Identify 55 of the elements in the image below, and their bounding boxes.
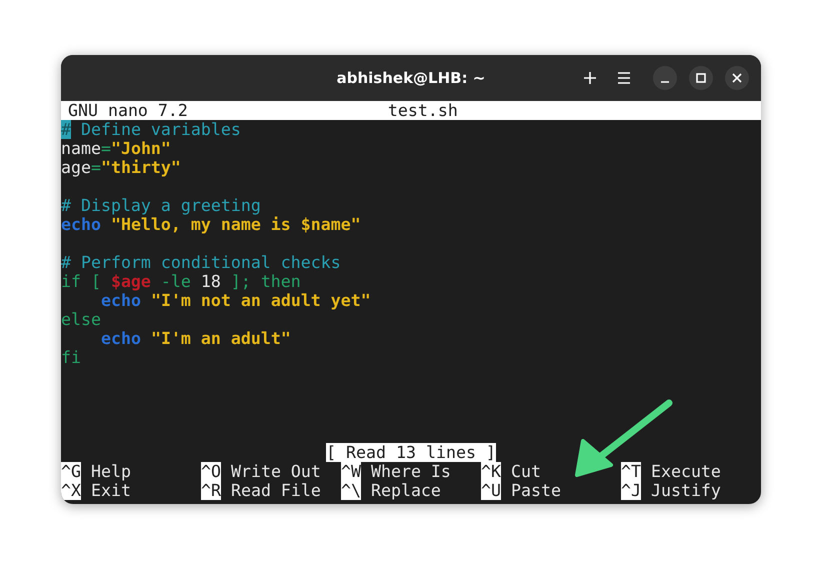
comment-text: # Display a greeting	[61, 196, 261, 215]
keyword-text: ]; then	[230, 272, 301, 291]
shortcut-key: ^G	[61, 462, 81, 481]
shortcut-label: Read File	[230, 481, 321, 500]
menu-icon[interactable]	[617, 72, 631, 84]
maximize-button[interactable]	[689, 66, 713, 90]
keyword-text: else	[61, 310, 101, 329]
shortcut-label: Write Out	[230, 462, 321, 481]
status-message: [ Read 13 lines ]	[326, 443, 496, 462]
plus-icon[interactable]	[583, 71, 597, 85]
maximize-icon	[696, 73, 706, 83]
code-text: age	[61, 158, 91, 177]
shortcut-key: ^X	[61, 481, 81, 500]
variable-text: $age	[110, 272, 151, 291]
code-text: name	[61, 139, 101, 158]
shortcut-label: Paste	[510, 481, 561, 500]
app-version: GNU nano 7.2	[68, 101, 188, 120]
keyword-text: if [	[61, 272, 102, 291]
shortcut-label: Cut	[510, 462, 541, 481]
shortcut-key: ^\	[341, 481, 361, 500]
shortcut-label: Where Is	[370, 462, 451, 481]
keyword-text: fi	[61, 348, 81, 367]
command-text: echo	[61, 215, 101, 234]
shortcut-key: ^J	[621, 481, 641, 500]
comment-text: # Perform conditional checks	[61, 253, 341, 272]
close-icon	[732, 73, 742, 83]
command-text: echo	[101, 291, 141, 310]
command-text: echo	[101, 329, 141, 348]
shortcut-key: ^O	[201, 462, 221, 481]
string-text: "John"	[110, 139, 171, 158]
string-text: "I'm an adult"	[150, 329, 291, 348]
file-name: test.sh	[388, 101, 458, 120]
keyword-text: =	[90, 158, 101, 177]
keyword-text: -le	[160, 272, 192, 291]
shortcut-label: Replace	[370, 481, 441, 500]
shortcut-label: Justify	[650, 481, 721, 500]
shortcut-label: Exit	[90, 481, 131, 500]
comment-text: Define variables	[80, 120, 241, 139]
shortcut-key: ^K	[481, 462, 501, 481]
string-text: "thirty"	[100, 158, 181, 177]
minimize-button[interactable]	[653, 66, 677, 90]
keyword-text: =	[100, 139, 111, 158]
close-button[interactable]	[725, 66, 749, 90]
shortcut-key: ^T	[621, 462, 641, 481]
code-text: 18	[200, 272, 221, 291]
minimize-icon	[660, 81, 670, 83]
shortcut-key: ^R	[201, 481, 221, 500]
shortcut-label: Help	[90, 462, 131, 481]
string-text: "I'm not an adult yet"	[150, 291, 371, 310]
window-title: abhishek@LHB: ~	[336, 68, 486, 89]
string-text: "Hello, my name is $name"	[110, 215, 361, 234]
shortcut-key: ^U	[481, 481, 501, 500]
shortcut-key: ^W	[341, 462, 361, 481]
shortcut-label: Execute	[650, 462, 721, 481]
cursor: #	[61, 120, 71, 139]
